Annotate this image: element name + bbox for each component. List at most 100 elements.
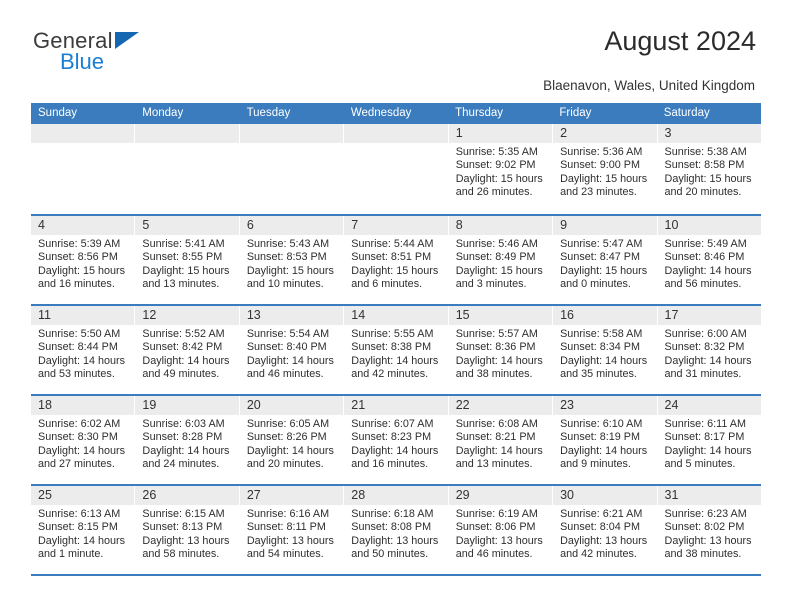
calendar-empty-cell bbox=[135, 124, 240, 214]
day-detail-line: Daylight: 14 hours bbox=[351, 444, 439, 457]
calendar-day-cell[interactable]: 15 Sunrise: 5:57 AM Sunset: 8:36 PM Dayligh… bbox=[448, 306, 554, 394]
day-detail-line: Sunrise: 5:52 AM bbox=[142, 328, 225, 340]
calendar-day-cell[interactable]: 29 Sunrise: 6:19 AM Sunset: 8:06 PM Dayligh… bbox=[448, 486, 554, 574]
day-detail-line: Daylight: 15 hours bbox=[38, 264, 126, 277]
day-details: Sunrise: 5:46 AM Sunset: 8:49 PM Daylight:… bbox=[449, 235, 552, 291]
day-details: Sunrise: 6:16 AM Sunset: 8:11 PM Daylight:… bbox=[240, 505, 343, 561]
calendar-day-cell[interactable]: 3 Sunrise: 5:38 AM Sunset: 8:58 PM Daylight… bbox=[657, 124, 761, 214]
day-detail-line: Sunset: 9:00 PM bbox=[560, 159, 640, 172]
calendar-grid: Sunday Monday Tuesday Wednesday Thursday Frid… bbox=[31, 103, 761, 574]
calendar-day-cell[interactable]: 23 Sunrise: 6:10 AM Sunset: 8:19 PM Dayligh… bbox=[553, 396, 658, 484]
day-number: 5 bbox=[135, 216, 239, 235]
day-detail-line: and 31 minutes. bbox=[664, 367, 742, 380]
day-details: Sunrise: 6:18 AM Sunset: 8:08 PM Daylight:… bbox=[344, 505, 447, 561]
calendar-day-cell[interactable]: 11 Sunrise: 5:50 AM Sunset: 8:44 PM Dayligh… bbox=[31, 306, 136, 394]
day-details bbox=[240, 143, 343, 146]
calendar-day-cell[interactable]: 25 Sunrise: 6:13 AM Sunset: 8:15 PM Dayligh… bbox=[31, 486, 136, 574]
logo-text-blue: Blue bbox=[60, 49, 105, 74]
calendar-day-cell[interactable]: 1 Sunrise: 5:35 AM Sunset: 9:02 PM Daylight… bbox=[448, 124, 554, 214]
day-detail-line: Daylight: 15 hours bbox=[455, 264, 543, 277]
page-header: General Blue August 2024 Blaenavon, Wale… bbox=[0, 0, 792, 93]
calendar-day-cell[interactable]: 9 Sunrise: 5:47 AM Sunset: 8:47 PM Daylight… bbox=[553, 216, 658, 304]
day-detail-line: and 5 minutes. bbox=[664, 457, 736, 470]
day-detail-line: Sunset: 8:38 PM bbox=[351, 341, 432, 354]
day-detail-line: Daylight: 15 hours bbox=[560, 172, 648, 185]
day-detail-line: Daylight: 14 hours bbox=[142, 354, 230, 367]
day-detail-line: Sunset: 8:26 PM bbox=[246, 431, 327, 444]
calendar-week-row: 18 Sunrise: 6:02 AM Sunset: 8:30 PM Dayligh… bbox=[31, 394, 761, 484]
calendar-day-cell[interactable]: 4 Sunrise: 5:39 AM Sunset: 8:56 PM Daylight… bbox=[31, 216, 136, 304]
calendar-day-cell[interactable]: 7 Sunrise: 5:44 AM Sunset: 8:51 PM Daylight… bbox=[344, 216, 449, 304]
day-details bbox=[135, 143, 238, 146]
day-detail-line: Daylight: 14 hours bbox=[246, 354, 334, 367]
calendar-day-cell[interactable]: 24 Sunrise: 6:11 AM Sunset: 8:17 PM Dayligh… bbox=[657, 396, 761, 484]
day-detail-line: Sunrise: 6:03 AM bbox=[142, 418, 225, 430]
day-of-week-saturday: Saturday bbox=[663, 107, 710, 119]
day-number bbox=[31, 124, 135, 143]
day-number: 23 bbox=[553, 396, 657, 415]
day-details: Sunrise: 5:58 AM Sunset: 8:34 PM Daylight:… bbox=[553, 325, 656, 381]
calendar-day-cell[interactable]: 20 Sunrise: 6:05 AM Sunset: 8:26 PM Dayligh… bbox=[239, 396, 345, 484]
day-detail-line: Sunset: 8:21 PM bbox=[455, 431, 536, 444]
calendar-day-cell[interactable]: 31 Sunrise: 6:23 AM Sunset: 8:02 PM Dayligh… bbox=[657, 486, 761, 574]
day-number: 3 bbox=[657, 124, 761, 143]
calendar-day-cell[interactable]: 13 Sunrise: 5:54 AM Sunset: 8:40 PM Dayligh… bbox=[239, 306, 345, 394]
day-detail-line: Sunset: 8:13 PM bbox=[142, 521, 223, 534]
day-detail-line: Daylight: 14 hours bbox=[351, 354, 439, 367]
calendar-day-cell[interactable]: 8 Sunrise: 5:46 AM Sunset: 8:49 PM Daylight… bbox=[448, 216, 554, 304]
calendar-day-cell[interactable]: 19 Sunrise: 6:03 AM Sunset: 8:28 PM Dayligh… bbox=[135, 396, 240, 484]
day-detail-line: Sunrise: 5:57 AM bbox=[455, 328, 538, 340]
day-detail-line: Daylight: 14 hours bbox=[560, 354, 648, 367]
day-details: Sunrise: 5:54 AM Sunset: 8:40 PM Daylight:… bbox=[240, 325, 343, 381]
calendar-week-row: 11 Sunrise: 5:50 AM Sunset: 8:44 PM Dayligh… bbox=[31, 304, 761, 394]
day-details: Sunrise: 5:36 AM Sunset: 9:00 PM Daylight:… bbox=[553, 143, 656, 199]
day-details: Sunrise: 5:49 AM Sunset: 8:46 PM Daylight:… bbox=[658, 235, 761, 291]
day-detail-line: Daylight: 14 hours bbox=[664, 264, 752, 277]
day-detail-line: Daylight: 15 hours bbox=[455, 172, 543, 185]
calendar-day-cell[interactable]: 5 Sunrise: 5:41 AM Sunset: 8:55 PM Daylight… bbox=[135, 216, 240, 304]
calendar-day-cell[interactable]: 26 Sunrise: 6:15 AM Sunset: 8:13 PM Dayligh… bbox=[135, 486, 240, 574]
day-detail-line: Sunrise: 5:47 AM bbox=[560, 238, 643, 250]
calendar-day-cell[interactable]: 12 Sunrise: 5:52 AM Sunset: 8:42 PM Dayligh… bbox=[135, 306, 240, 394]
day-detail-line: and 20 minutes. bbox=[664, 185, 742, 198]
day-detail-line: Sunset: 8:46 PM bbox=[664, 251, 745, 264]
calendar-day-cell[interactable]: 10 Sunrise: 5:49 AM Sunset: 8:46 PM Dayligh… bbox=[657, 216, 761, 304]
day-detail-line: Sunrise: 6:07 AM bbox=[351, 418, 434, 430]
day-detail-line: Sunrise: 5:39 AM bbox=[38, 238, 121, 250]
day-number: 2 bbox=[553, 124, 657, 143]
calendar-day-cell[interactable]: 16 Sunrise: 5:58 AM Sunset: 8:34 PM Dayligh… bbox=[553, 306, 658, 394]
calendar-day-cell[interactable]: 17 Sunrise: 6:00 AM Sunset: 8:32 PM Dayligh… bbox=[657, 306, 761, 394]
day-detail-line: Sunset: 8:30 PM bbox=[38, 431, 118, 444]
calendar-bottom-rule bbox=[31, 574, 761, 576]
day-number: 10 bbox=[657, 216, 761, 235]
calendar-day-cell[interactable]: 21 Sunrise: 6:07 AM Sunset: 8:23 PM Dayligh… bbox=[344, 396, 449, 484]
calendar-day-cell[interactable]: 14 Sunrise: 5:55 AM Sunset: 8:38 PM Dayligh… bbox=[344, 306, 449, 394]
calendar-day-cell[interactable]: 28 Sunrise: 6:18 AM Sunset: 8:08 PM Dayligh… bbox=[344, 486, 449, 574]
day-detail-line: Sunset: 8:42 PM bbox=[142, 341, 223, 354]
day-detail-line: and 50 minutes. bbox=[351, 547, 429, 560]
calendar-day-cell[interactable]: 2 Sunrise: 5:36 AM Sunset: 9:00 PM Daylight… bbox=[553, 124, 658, 214]
calendar-day-cell[interactable]: 30 Sunrise: 6:21 AM Sunset: 8:04 PM Dayligh… bbox=[553, 486, 658, 574]
day-detail-line: Sunrise: 5:35 AM bbox=[455, 146, 538, 158]
day-details: Sunrise: 6:10 AM Sunset: 8:19 PM Daylight:… bbox=[553, 415, 656, 471]
calendar-day-cell[interactable]: 18 Sunrise: 6:02 AM Sunset: 8:30 PM Dayligh… bbox=[31, 396, 136, 484]
day-of-week-thursday: Thursday bbox=[455, 107, 504, 119]
day-detail-line: Sunrise: 5:36 AM bbox=[560, 146, 643, 158]
day-detail-line: and 38 minutes. bbox=[455, 367, 533, 380]
day-detail-line: and 27 minutes. bbox=[38, 457, 115, 470]
day-detail-line: and 53 minutes. bbox=[38, 367, 115, 380]
day-detail-line: Sunset: 8:15 PM bbox=[38, 521, 118, 534]
general-blue-logo[interactable]: General Blue bbox=[33, 30, 223, 78]
day-detail-line: Sunset: 8:55 PM bbox=[142, 251, 223, 264]
day-detail-line: Sunrise: 6:21 AM bbox=[560, 508, 643, 520]
calendar-day-cell[interactable]: 22 Sunrise: 6:08 AM Sunset: 8:21 PM Dayligh… bbox=[448, 396, 554, 484]
day-detail-line: Sunrise: 6:11 AM bbox=[664, 418, 746, 430]
day-detail-line: Sunset: 8:11 PM bbox=[246, 521, 326, 534]
calendar-day-cell[interactable]: 27 Sunrise: 6:16 AM Sunset: 8:11 PM Dayligh… bbox=[239, 486, 345, 574]
day-detail-line: Sunrise: 5:38 AM bbox=[664, 146, 747, 158]
day-detail-line: Sunrise: 6:16 AM bbox=[246, 508, 330, 520]
day-number: 7 bbox=[344, 216, 448, 235]
day-detail-line: Daylight: 13 hours bbox=[142, 534, 230, 547]
day-detail-line: Sunrise: 5:41 AM bbox=[142, 238, 225, 250]
calendar-day-cell[interactable]: 6 Sunrise: 5:43 AM Sunset: 8:53 PM Daylight… bbox=[239, 216, 345, 304]
